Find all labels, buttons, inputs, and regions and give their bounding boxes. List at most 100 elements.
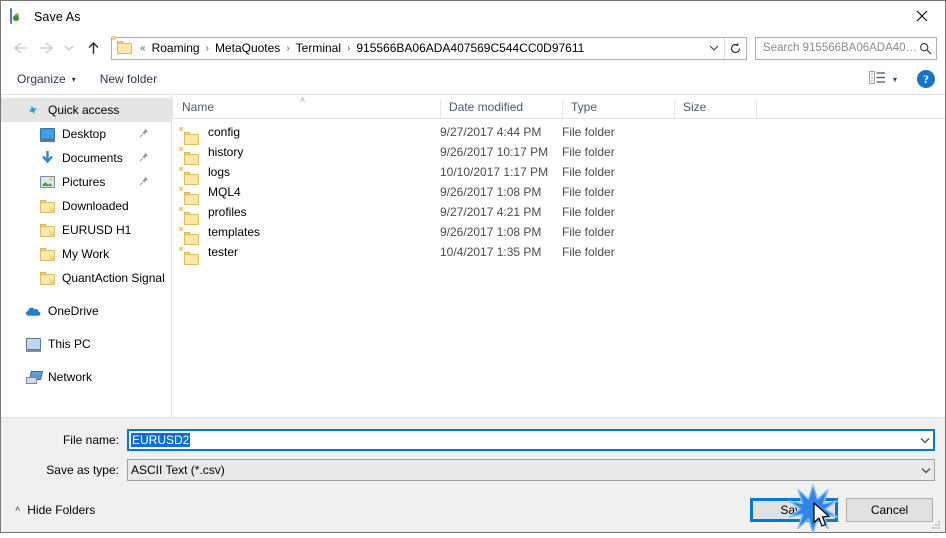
breadcrumb-item-roaming[interactable]: Roaming [149,40,203,56]
sidebar-item-label: Downloaded [62,199,129,213]
dialog-footer: ˄ Hide Folders Save Cancel [1,487,945,532]
view-options-button[interactable]: ▾ [863,69,903,89]
sidebar-item-my-work[interactable]: My Work [1,242,171,266]
table-row[interactable]: MQL4 9/26/2017 1:08 PM File folder [172,182,945,205]
sidebar-item-onedrive[interactable]: OneDrive [1,299,171,323]
sidebar-item-label: Pictures [62,175,106,189]
file-date: 10/10/2017 1:17 PM [440,165,549,179]
save-form: File name: EURUSD2 Save as type: ASCII T… [1,417,945,487]
pin-icon [139,175,149,189]
dialog-body: ✦ Quick access Desktop Documents Picture… [1,95,945,417]
column-header-name[interactable]: Name [172,100,440,118]
new-folder-label: New folder [99,72,158,86]
breadcrumb-separator: › [347,42,351,54]
file-name: tester [208,245,239,259]
resize-grip[interactable] [930,518,942,530]
up-icon[interactable] [79,35,107,61]
file-rows: config 9/27/2017 4:44 PM File folder his… [172,119,945,417]
organize-label: Organize [17,72,66,86]
sidebar-item-quantaction-signal[interactable]: QuantAction Signal [1,266,171,290]
sidebar-item-pictures[interactable]: Pictures [1,170,171,194]
file-name: MQL4 [208,185,241,199]
table-row[interactable]: config 9/27/2017 4:44 PM File folder [172,122,945,145]
file-type: File folder [562,225,615,239]
documents-icon [39,150,55,166]
file-type: File folder [562,245,615,259]
column-headers: ˄ Name Date modified Type Size [172,95,945,119]
file-date: 9/27/2017 4:21 PM [440,205,542,219]
view-options-icon [868,71,886,87]
file-name-chevron-down-icon[interactable] [916,437,933,444]
table-row[interactable]: templates 9/26/2017 1:08 PM File folder [172,222,945,245]
sidebar-item-documents[interactable]: Documents [1,146,171,170]
address-chevron-down-icon[interactable] [704,38,724,59]
sidebar-item-label: This PC [48,337,91,351]
organize-button[interactable]: Organize ▾ [15,69,84,89]
refresh-icon[interactable] [724,37,746,59]
hide-folders-button[interactable]: ˄ Hide Folders [15,503,95,517]
file-name-label: File name: [62,433,119,447]
breadcrumb: « Roaming › MetaQuotes › Terminal › 9155… [137,40,704,56]
file-type: File folder [562,125,615,139]
save-button[interactable]: Save [750,497,838,522]
file-type: File folder [562,185,615,199]
onedrive-icon [25,303,41,319]
sidebar-item-label: Quick access [48,103,120,117]
save-as-type-chevron-down-icon[interactable] [917,467,934,474]
table-row[interactable]: logs 10/10/2017 1:17 PM File folder [172,162,945,185]
sidebar-item-quick-access[interactable]: ✦ Quick access [1,98,171,122]
sidebar-item-desktop[interactable]: Desktop [1,122,171,146]
search-placeholder: Search 915566BA06ADA40756... [763,42,919,54]
save-as-type-label: Save as type: [46,463,119,477]
pictures-icon [39,174,55,190]
desktop-icon [39,126,55,142]
file-name-value: EURUSD2 [131,433,916,447]
file-name-input[interactable]: EURUSD2 [127,429,935,451]
address-bar[interactable]: « Roaming › MetaQuotes › Terminal › 9155… [111,36,747,60]
recent-locations-chevron-down-icon[interactable] [59,35,79,61]
sidebar-item-downloaded[interactable]: Downloaded [1,194,171,218]
forward-icon[interactable] [33,35,59,61]
file-date: 9/26/2017 1:08 PM [440,225,542,239]
sidebar-item-label: QuantAction Signal [62,271,165,285]
sidebar-item-network[interactable]: Network [1,365,171,389]
column-header-size[interactable]: Size [674,100,756,118]
breadcrumb-item-metaquotes[interactable]: MetaQuotes [212,40,283,56]
breadcrumb-prefix: « [140,42,146,54]
breadcrumb-item-terminal[interactable]: Terminal [293,40,344,56]
file-name: profiles [208,205,247,219]
chevron-up-icon: ˄ [15,504,21,514]
column-header-date-modified[interactable]: Date modified [440,100,562,118]
sidebar-item-eurusd-h1[interactable]: EURUSD H1 [1,218,171,242]
file-name-selected-text: EURUSD2 [131,433,191,447]
file-date: 9/26/2017 1:08 PM [440,185,542,199]
folder-icon [112,36,133,55]
navigation-bar: « Roaming › MetaQuotes › Terminal › 9155… [1,32,945,64]
network-icon [25,369,41,385]
save-as-type-row: Save as type: ASCII Text (*.csv) [1,457,945,483]
folder-icon [39,270,55,286]
save-as-type-select[interactable]: ASCII Text (*.csv) [127,459,935,481]
file-type: File folder [562,145,615,159]
file-date: 9/27/2017 4:44 PM [440,125,542,139]
file-type: File folder [562,205,615,219]
breadcrumb-item-terminal-id[interactable]: 915566BA06ADA407569C544CC0D97611 [353,40,587,56]
table-row[interactable]: history 9/26/2017 10:17 PM File folder [172,142,945,165]
sidebar-item-this-pc[interactable]: This PC [1,332,171,356]
new-folder-button[interactable]: New folder [98,69,165,89]
cancel-button[interactable]: Cancel [846,497,933,522]
close-icon[interactable] [899,1,945,31]
table-row[interactable]: profiles 9/27/2017 4:21 PM File folder [172,202,945,225]
back-icon[interactable] [7,35,33,61]
help-button[interactable]: ? [917,70,935,88]
search-input[interactable]: Search 915566BA06ADA40756... [755,36,937,60]
folder-icon [39,246,55,262]
file-date: 10/4/2017 1:35 PM [440,245,542,259]
sidebar-item-label: Desktop [62,127,107,141]
save-as-type-value: ASCII Text (*.csv) [131,463,225,477]
table-row[interactable]: tester 10/4/2017 1:35 PM File folder [172,242,945,265]
column-header-type[interactable]: Type [562,100,674,118]
search-icon [919,42,932,55]
